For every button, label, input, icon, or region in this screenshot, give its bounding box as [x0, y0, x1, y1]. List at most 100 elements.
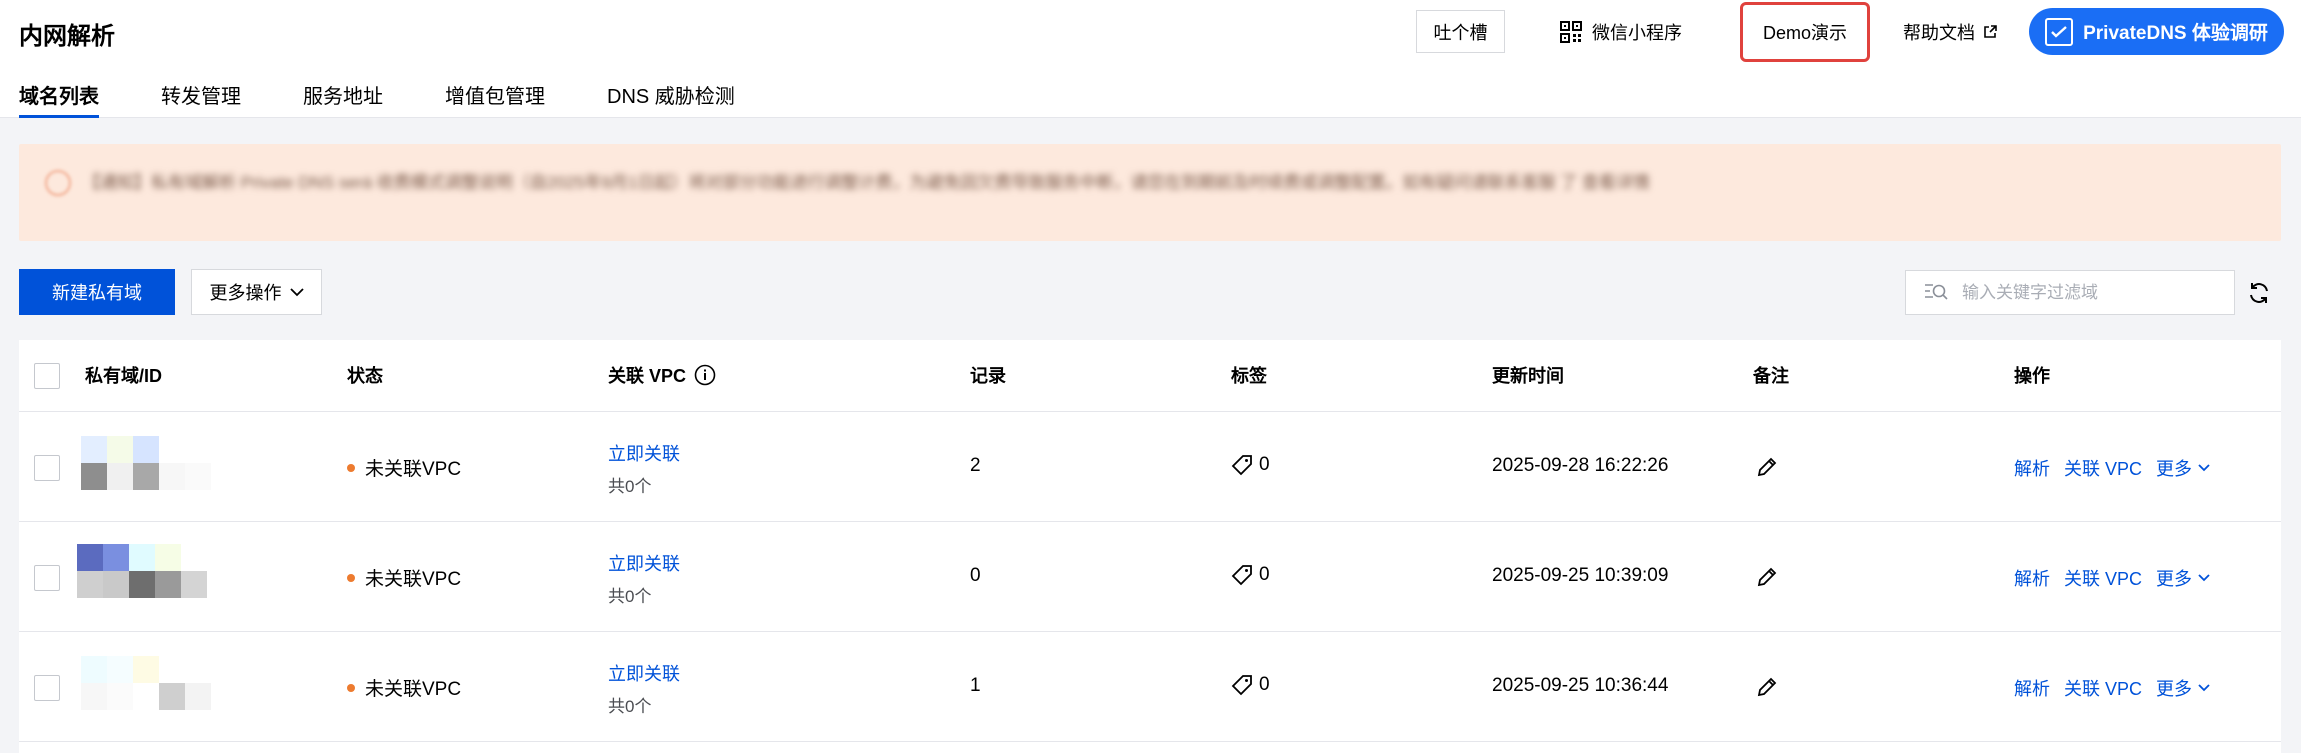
redaction-block — [185, 436, 211, 463]
redaction-block — [159, 683, 185, 710]
feedback-button[interactable]: 吐个槽 — [1416, 10, 1505, 53]
resolve-link[interactable]: 解析 — [2014, 565, 2050, 591]
updated-time: 2025-09-25 10:36:44 — [1492, 675, 1669, 696]
resolve-link[interactable]: 解析 — [2014, 675, 2050, 701]
demo-button[interactable]: Demo演示 — [1740, 2, 1870, 62]
chevron-down-icon — [2198, 574, 2210, 582]
row-actions: 解析 关联 VPC 更多 — [2014, 565, 2210, 591]
wechat-miniprogram-button[interactable]: 微信小程序 — [1560, 10, 1682, 53]
more-label: 更多 — [2156, 679, 2193, 699]
search-box[interactable] — [1905, 270, 2235, 315]
redaction-block — [185, 463, 211, 490]
tab-dns-threat[interactable]: DNS 威胁检测 — [607, 80, 735, 118]
edit-remark-icon[interactable] — [1756, 676, 1778, 704]
redaction-block — [181, 571, 207, 598]
table-row: 未关联VPC 立即关联 共0个 1 0 2025-09-25 10:36:44 … — [19, 632, 2281, 742]
table-row: 未关联VPC 立即关联 共0个 0 0 2025-09-25 10:39:09 … — [19, 522, 2281, 632]
redaction-block — [133, 436, 159, 463]
redaction-block — [159, 436, 185, 463]
status-dot — [347, 683, 355, 692]
redaction-block — [159, 656, 185, 683]
status-text: 未关联VPC — [365, 459, 462, 480]
status-text: 未关联VPC — [365, 569, 462, 590]
redaction-block — [107, 436, 133, 463]
search-input[interactable] — [1962, 282, 2222, 303]
associate-vpc-link[interactable]: 关联 VPC — [2064, 455, 2142, 481]
page-header: 内网解析 吐个槽 微信小程序 Demo演示 帮助文档 PrivateDNS 体验… — [0, 0, 2301, 118]
more-label: 更多 — [2156, 459, 2193, 479]
col-ops: 操作 — [2014, 366, 2050, 386]
more-link[interactable]: 更多 — [2156, 565, 2210, 591]
select-all-checkbox[interactable] — [34, 363, 60, 389]
redaction-block — [107, 656, 133, 683]
notice-banner: 【通知】私有域解析 Private DNS será 收费模式调整说明（自202… — [19, 144, 2281, 241]
wechat-label: 微信小程序 — [1592, 22, 1682, 43]
row-checkbox[interactable] — [34, 455, 60, 481]
row-actions: 解析 关联 VPC 更多 — [2014, 455, 2210, 481]
row-checkbox[interactable] — [34, 565, 60, 591]
tab-domain-list[interactable]: 域名列表 — [19, 80, 99, 118]
updated-time: 2025-09-28 16:22:26 — [1492, 455, 1669, 476]
survey-button[interactable]: PrivateDNS 体验调研 — [2029, 8, 2284, 55]
vpc-count: 共0个 — [608, 697, 652, 716]
page-title: 内网解析 — [19, 23, 115, 50]
redaction-block — [81, 683, 107, 710]
redaction-block — [107, 463, 133, 490]
more-label: 更多 — [2156, 569, 2193, 589]
record-count: 1 — [970, 675, 981, 696]
tag-cell[interactable]: 0 — [1231, 674, 1270, 696]
vpc-cell: 立即关联 共0个 — [608, 660, 680, 717]
tab-service-address[interactable]: 服务地址 — [303, 80, 383, 118]
domain-id-redacted — [81, 656, 211, 710]
vpc-count: 共0个 — [608, 587, 652, 606]
refresh-icon[interactable] — [2244, 278, 2274, 308]
redaction-block — [155, 544, 181, 571]
table-header: 私有域/ID 状态 关联 VPC 记录 标签 更新时间 备注 操作 — [19, 340, 2281, 412]
resolve-link[interactable]: 解析 — [2014, 455, 2050, 481]
status-dot — [347, 573, 355, 582]
chevron-down-icon — [2198, 684, 2210, 692]
tab-value-package[interactable]: 增值包管理 — [445, 80, 545, 118]
more-actions-dropdown[interactable]: 更多操作 — [191, 269, 322, 315]
status-badge: 未关联VPC — [347, 564, 461, 591]
status-dot — [347, 463, 355, 472]
associate-now-link[interactable]: 立即关联 — [608, 550, 680, 576]
col-remark: 备注 — [1753, 366, 1789, 386]
updated-time: 2025-09-25 10:39:09 — [1492, 565, 1669, 586]
record-count: 0 — [970, 565, 981, 586]
status-text: 未关联VPC — [365, 679, 462, 700]
edit-remark-icon[interactable] — [1756, 456, 1778, 484]
redaction-block — [133, 463, 159, 490]
redaction-block — [103, 571, 129, 598]
associate-now-link[interactable]: 立即关联 — [608, 660, 680, 686]
tag-cell[interactable]: 0 — [1231, 564, 1270, 586]
redaction-block — [129, 544, 155, 571]
redaction-block — [81, 656, 107, 683]
row-checkbox[interactable] — [34, 675, 60, 701]
help-docs-link[interactable]: 帮助文档 — [1903, 10, 1997, 53]
create-label: 新建私有域 — [52, 283, 142, 303]
demo-label: Demo演示 — [1762, 23, 1847, 43]
redaction-block — [129, 571, 155, 598]
redaction-block — [181, 544, 207, 571]
tab-forwarding[interactable]: 转发管理 — [161, 80, 241, 118]
create-private-domain-button[interactable]: 新建私有域 — [19, 269, 175, 315]
tag-count: 0 — [1259, 454, 1270, 475]
associate-vpc-link[interactable]: 关联 VPC — [2064, 675, 2142, 701]
redaction-block — [103, 544, 129, 571]
redaction-block — [185, 683, 211, 710]
tag-cell[interactable]: 0 — [1231, 454, 1270, 476]
tag-count: 0 — [1259, 564, 1270, 585]
associate-now-link[interactable]: 立即关联 — [608, 440, 680, 466]
edit-remark-icon[interactable] — [1756, 566, 1778, 594]
info-icon[interactable] — [694, 364, 716, 386]
col-records: 记录 — [970, 366, 1006, 386]
more-link[interactable]: 更多 — [2156, 675, 2210, 701]
redaction-block — [81, 463, 107, 490]
table-row: 未关联VPC 立即关联 共0个 2 0 2025-09-28 16:22:26 … — [19, 412, 2281, 522]
vpc-cell: 立即关联 共0个 — [608, 550, 680, 607]
associate-vpc-link[interactable]: 关联 VPC — [2064, 565, 2142, 591]
survey-label: PrivateDNS 体验调研 — [2083, 23, 2268, 44]
help-label: 帮助文档 — [1903, 22, 1975, 43]
more-link[interactable]: 更多 — [2156, 455, 2210, 481]
